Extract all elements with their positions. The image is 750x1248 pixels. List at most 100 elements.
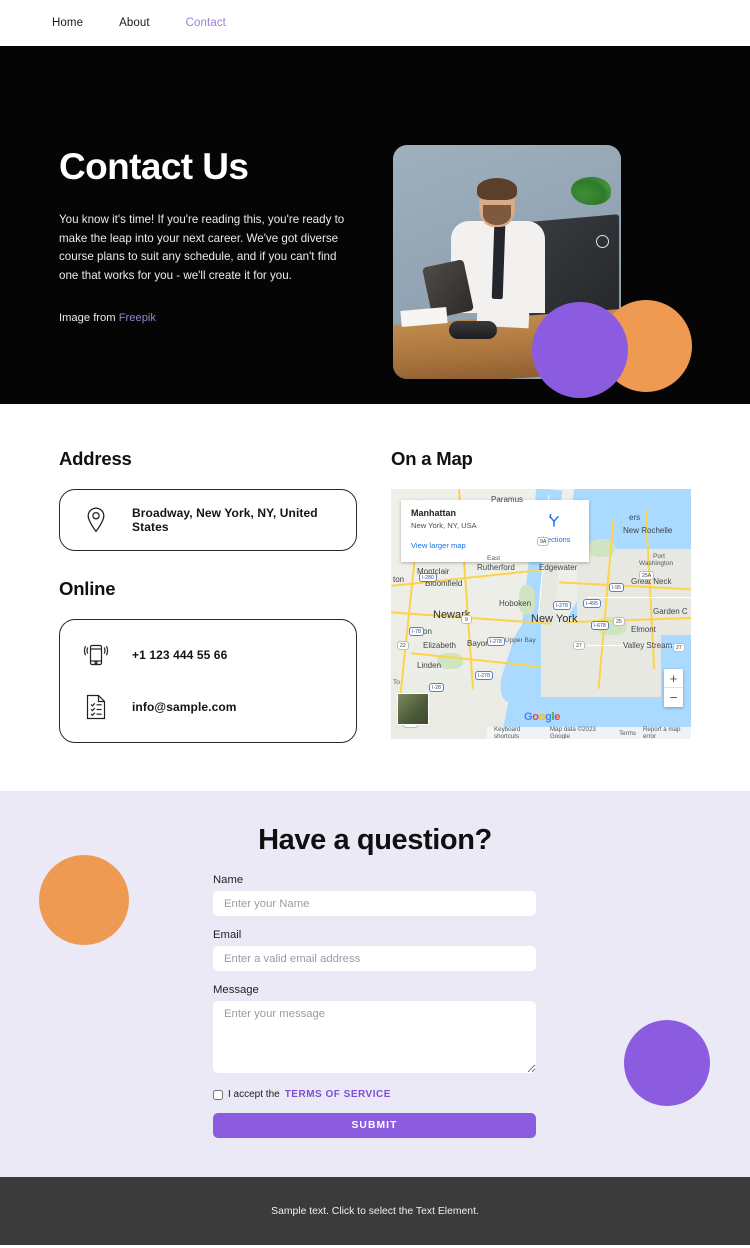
contact-form: Name Email Message I accept the TERMS OF…: [213, 874, 536, 1138]
map-route-shield: 22: [397, 641, 409, 650]
map-route-shield: I-278: [475, 671, 493, 680]
form-title: Have a question?: [258, 824, 492, 856]
map-route-shield: 27: [673, 643, 685, 652]
message-label: Message: [213, 984, 259, 996]
ring-decor-icon: [596, 235, 609, 248]
terms-of-service-link[interactable]: TERMS OF SERVICE: [285, 1089, 391, 1100]
map-route-shield: 9: [461, 615, 472, 624]
nav-item-home[interactable]: Home: [52, 17, 83, 29]
map-label: Rutherford: [477, 563, 515, 572]
map-label: Port: [653, 553, 665, 560]
map-pin-icon: [82, 505, 110, 535]
freepik-link[interactable]: Freepik: [119, 312, 156, 324]
terms-link[interactable]: Terms: [619, 730, 636, 737]
map-label: ton: [393, 575, 405, 584]
map-route-shield: 25A: [639, 571, 655, 580]
hero-section: Contact Us You know it's time! If you're…: [0, 46, 750, 404]
contact-left-column: Address Broadway, New York, NY, United S…: [59, 448, 357, 743]
map-route-shield: 9A: [537, 537, 550, 546]
image-credit-prefix: Image from: [59, 311, 119, 324]
map-title: On a Map: [391, 448, 473, 469]
page-title: Contact Us: [59, 146, 249, 187]
page-root: Home About Contact Contact Us You know i…: [0, 0, 750, 1245]
map-route-shield: I-678: [591, 621, 609, 630]
footer: Sample text. Click to select the Text El…: [0, 1177, 750, 1245]
online-title: Online: [59, 578, 116, 599]
map-label: Upper Bay: [505, 637, 536, 644]
map-route-shield: 27: [573, 641, 585, 650]
hero-description: You know it's time! If you're reading th…: [59, 212, 345, 283]
email-label: Email: [213, 929, 242, 941]
contact-right-column: On a Map Manhattan New York, NY, USA Vie…: [391, 448, 691, 739]
map-label: New Rochelle: [623, 526, 673, 535]
map-route-shield: I-95: [609, 583, 624, 592]
online-card: +1 123 444 55 66 info@sample.com: [59, 619, 357, 743]
map-label: Paramus: [491, 495, 524, 504]
map-route-shield: I-495: [583, 599, 601, 608]
purple-circle-decor: [532, 302, 628, 398]
google-logo: Google: [524, 711, 561, 723]
top-navigation: Home About Contact: [0, 0, 750, 46]
map-label: New York: [531, 613, 578, 625]
view-larger-map-link[interactable]: View larger map: [411, 541, 466, 550]
map-zoom-out-button[interactable]: −: [664, 688, 683, 707]
email-input[interactable]: [213, 946, 536, 971]
map-label: East: [487, 555, 501, 562]
map-zoom-controls[interactable]: + −: [664, 669, 683, 707]
accept-terms-text: I accept the: [228, 1089, 280, 1100]
map-data-credit: Map data ©2023 Google: [550, 726, 596, 739]
map-label: Garden C: [653, 607, 688, 616]
map-zoom-in-button[interactable]: +: [664, 669, 683, 688]
google-map-embed[interactable]: Manhattan New York, NY, USA View larger …: [391, 489, 691, 739]
submit-button[interactable]: SUBMIT: [213, 1113, 536, 1138]
accept-terms-checkbox[interactable]: [213, 1089, 223, 1100]
person-beard: [483, 205, 511, 225]
question-form-section: Have a question? Name Email Message I ac…: [0, 791, 750, 1177]
map-label: Elmont: [631, 625, 656, 634]
email-row: info@sample.com: [82, 692, 334, 722]
document-list-icon: [82, 692, 110, 722]
map-route-shield: I-278: [487, 637, 505, 646]
map-label: Edgewater: [539, 563, 578, 572]
report-map-error-link[interactable]: Report a map error: [643, 726, 691, 739]
email-value: info@sample.com: [132, 700, 237, 714]
map-street-view-thumb[interactable]: [397, 693, 429, 725]
nav-item-about[interactable]: About: [119, 17, 150, 29]
keyboard-shortcuts-link[interactable]: Keyboard shortcuts: [494, 726, 543, 739]
name-input[interactable]: [213, 891, 536, 916]
phone-value: +1 123 444 55 66: [132, 648, 228, 662]
map-route-shield: I-28: [429, 683, 444, 692]
map-info-card: Manhattan New York, NY, USA View larger …: [401, 500, 589, 562]
map-road-white-2: [587, 597, 691, 599]
image-credit: Image from Freepik: [59, 312, 359, 324]
plant-decor: [571, 177, 611, 205]
map-label: Elizabeth: [423, 641, 456, 650]
accept-terms-row[interactable]: I accept the TERMS OF SERVICE: [213, 1089, 536, 1100]
map-label: ers: [629, 513, 641, 522]
mobile-phone-icon: [82, 640, 110, 670]
hero-text-block: Contact Us You know it's time! If you're…: [59, 146, 359, 324]
map-route-shield: 25: [613, 617, 625, 626]
map-route-shield: I-78: [409, 627, 424, 636]
name-label: Name: [213, 874, 244, 886]
speaker-object: [449, 321, 497, 339]
map-label: Valley Stream: [623, 641, 673, 650]
message-textarea[interactable]: [213, 1001, 536, 1073]
person-hair: [477, 178, 517, 200]
nav-item-contact[interactable]: Contact: [186, 17, 226, 29]
map-label: Hoboken: [499, 599, 532, 608]
purple-circle-decor-form: [624, 1020, 710, 1106]
orange-circle-decor-form: [39, 855, 129, 945]
directions-icon: [549, 513, 559, 527]
map-label: To: [393, 679, 400, 686]
contact-section: Address Broadway, New York, NY, United S…: [0, 404, 750, 791]
address-value: Broadway, New York, NY, United States: [132, 506, 318, 534]
map-route-shield: I-280: [419, 573, 437, 582]
map-attribution-bar: Keyboard shortcuts Map data ©2023 Google…: [487, 726, 691, 739]
address-title: Address: [59, 448, 132, 469]
phone-row: +1 123 444 55 66: [82, 640, 334, 670]
footer-text[interactable]: Sample text. Click to select the Text El…: [271, 1206, 479, 1217]
map-route-shield: I-278: [553, 601, 571, 610]
map-label: Washington: [639, 560, 674, 567]
address-card: Broadway, New York, NY, United States: [59, 489, 357, 551]
